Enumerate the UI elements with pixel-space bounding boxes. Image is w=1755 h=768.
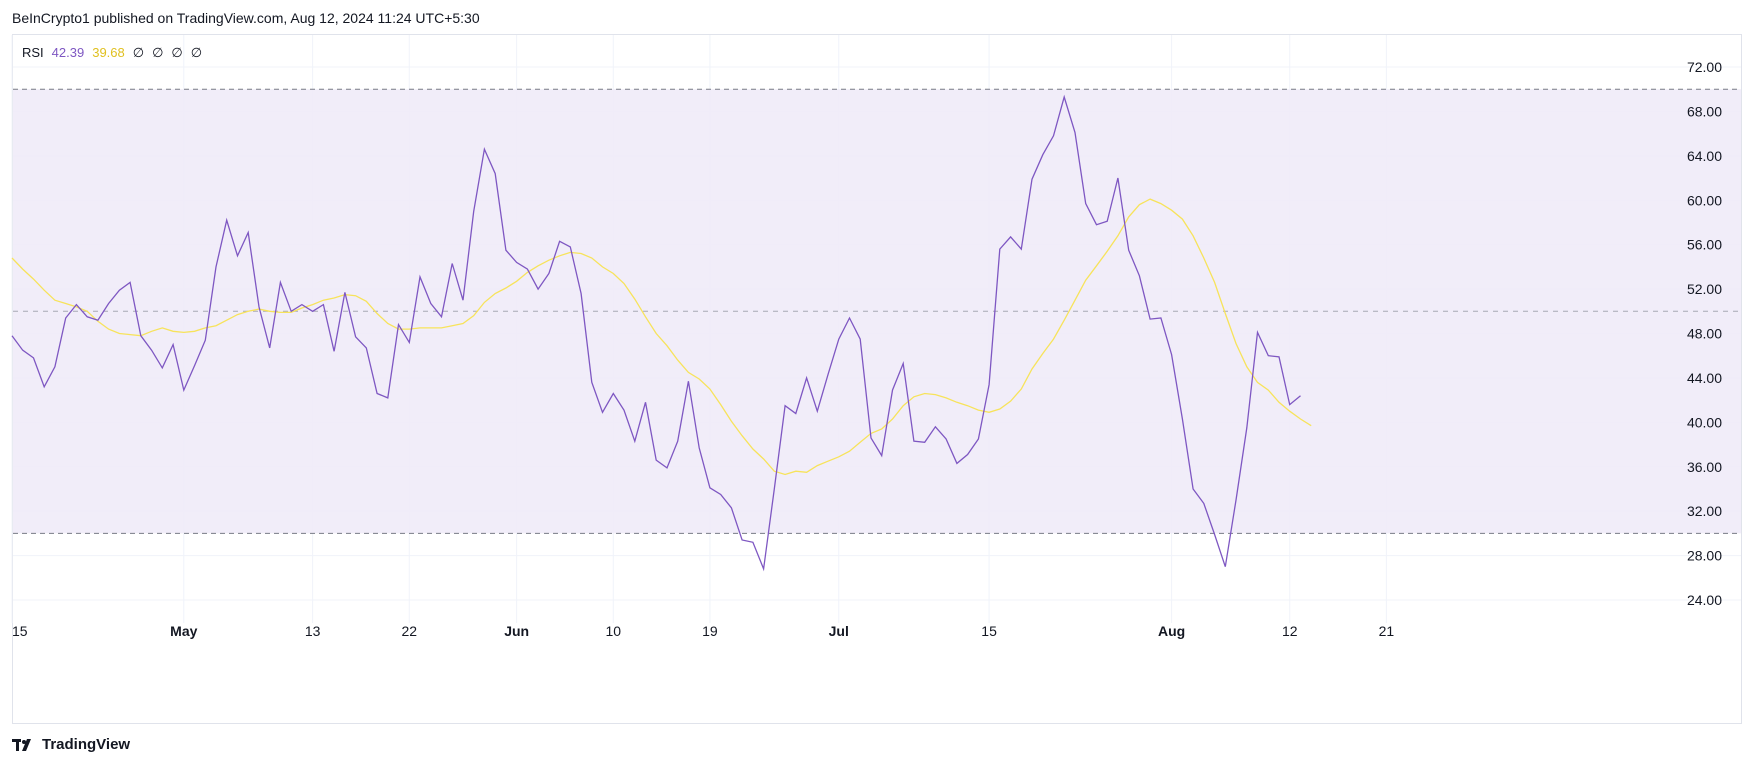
x-tick-label: 19 — [702, 623, 718, 639]
y-tick-label: 40.00 — [1687, 414, 1722, 430]
rsi-chart: 72.00 68.00 64.00 60.00 56.00 52.00 48.00 44.00… — [11, 35, 1741, 639]
y-tick-label: 68.00 — [1687, 103, 1722, 119]
x-tick-label: 15 — [12, 623, 28, 639]
x-tick-label: 21 — [1379, 623, 1395, 639]
x-tick-label: Jun — [504, 623, 529, 639]
x-tick-label: 22 — [401, 623, 417, 639]
x-tick-label: Jul — [829, 623, 849, 639]
tradingview-logo-text: TradingView — [42, 736, 131, 753]
tradingview-logo[interactable]: TradingView — [12, 736, 130, 753]
x-tick-label: Aug — [1158, 623, 1185, 639]
y-tick-label: 36.00 — [1687, 459, 1722, 475]
legend-na-value: ∅ — [152, 45, 164, 60]
x-axis-ticks: 15 May 13 22 Jun 10 19 Jul 15 Aug 12 21 — [12, 623, 1394, 639]
y-tick-label: 24.00 — [1687, 592, 1722, 608]
y-tick-label: 48.00 — [1687, 326, 1722, 342]
legend-na-value: ∅ — [190, 45, 203, 60]
y-tick-label: 28.00 — [1687, 548, 1722, 564]
y-tick-label: 56.00 — [1687, 237, 1722, 253]
x-tick-label: 13 — [305, 623, 321, 639]
legend-na-value: ∅ — [171, 45, 183, 60]
y-tick-label: 44.00 — [1687, 370, 1722, 386]
tradingview-logo-icon — [12, 738, 31, 751]
x-tick-label: 15 — [981, 623, 997, 639]
indicator-legend[interactable]: RSI 42.39 39.68 ∅ ∅ ∅ ∅ — [22, 45, 202, 61]
legend-indicator-name: RSI — [22, 45, 44, 60]
y-tick-label: 60.00 — [1687, 192, 1722, 208]
x-tick-label: 10 — [605, 623, 621, 639]
legend-ma-value: 39.68 — [92, 45, 125, 60]
legend-na-value: ∅ — [132, 45, 145, 60]
legend-rsi-value: 42.39 — [51, 45, 85, 60]
y-tick-label: 32.00 — [1687, 503, 1722, 519]
x-tick-label: May — [170, 623, 197, 639]
x-tick-label: 12 — [1282, 623, 1298, 639]
y-tick-label: 72.00 — [1687, 59, 1722, 75]
y-tick-label: 64.00 — [1687, 148, 1722, 164]
y-tick-label: 52.00 — [1687, 281, 1722, 297]
